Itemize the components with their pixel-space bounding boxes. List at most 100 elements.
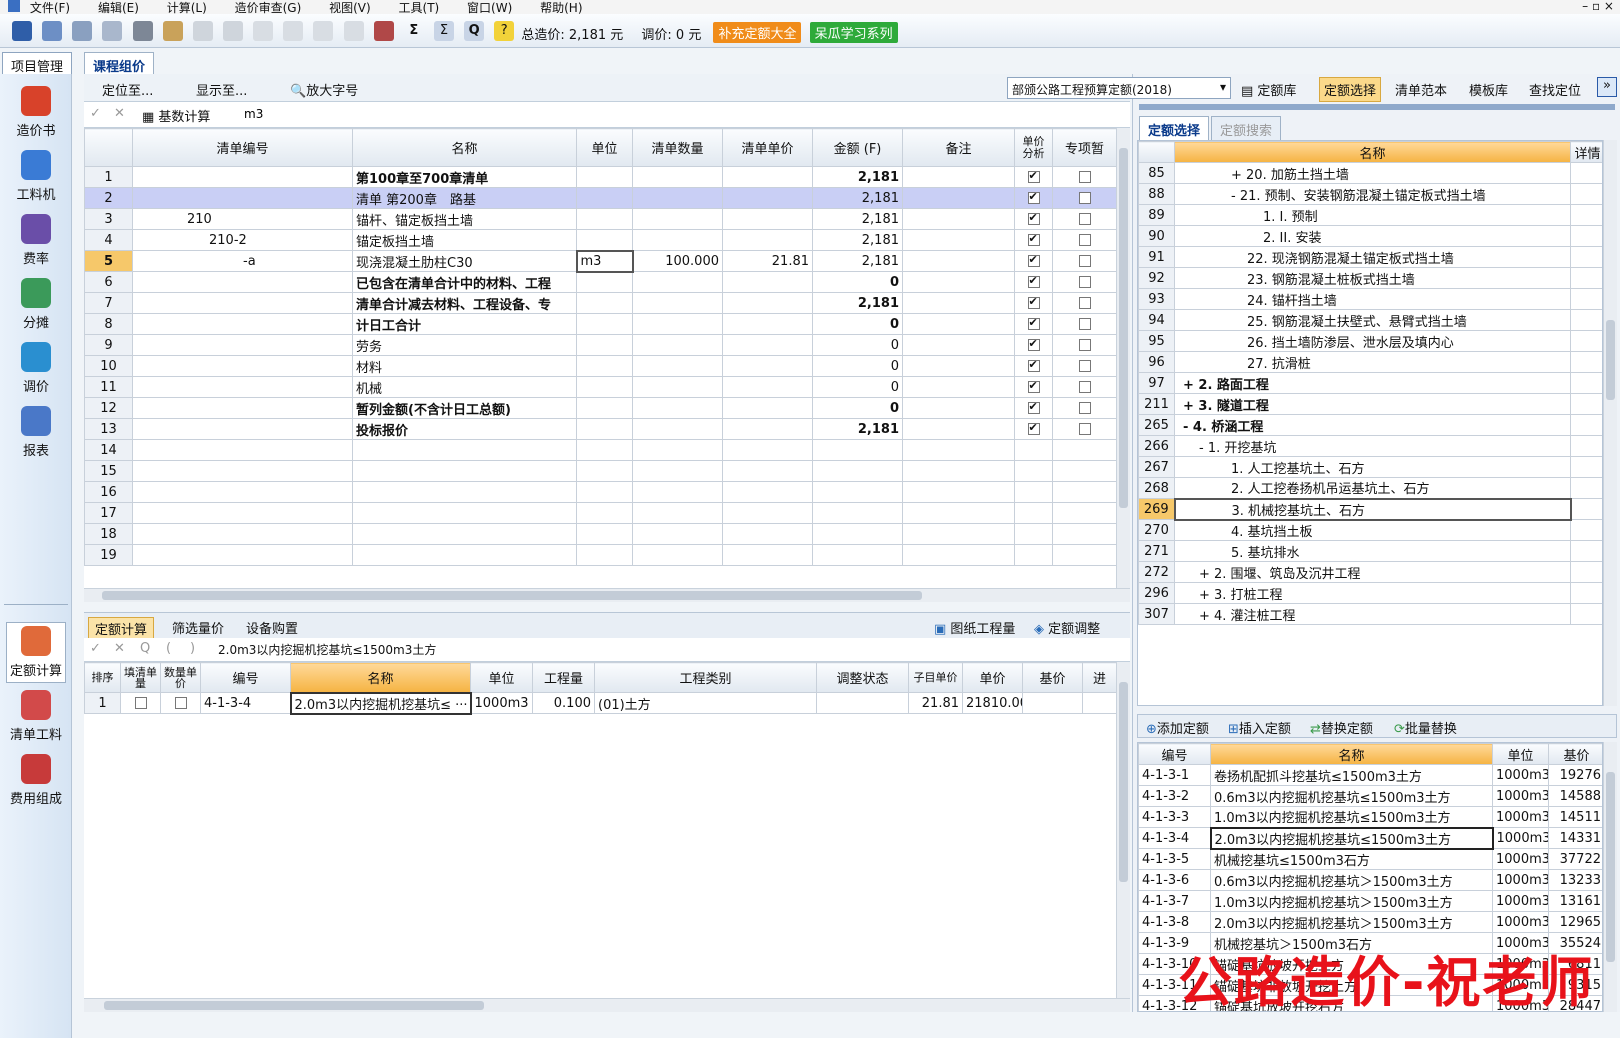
table-row[interactable]: 4 210-2 锚定板挡土墙 2,181 xyxy=(84,229,1116,251)
bill-code[interactable] xyxy=(132,292,353,314)
special-checkbox[interactable] xyxy=(1052,355,1116,377)
list-unit[interactable]: 1000m3 xyxy=(1492,890,1549,912)
tree-node[interactable]: 1. 人工挖基坑土、石方 xyxy=(1174,456,1571,478)
table-row[interactable]: 2 清单 第200章 路基 2,181 xyxy=(84,187,1116,209)
special-checkbox[interactable] xyxy=(1052,229,1116,251)
bill-remark[interactable] xyxy=(902,523,1015,545)
bill-code[interactable] xyxy=(132,355,353,377)
bill-name[interactable]: 现浇混凝土肋柱C30 xyxy=(352,250,577,272)
tree-node[interactable]: 27. 抗滑桩 xyxy=(1174,351,1571,373)
nav-cost-book[interactable]: 造价书 xyxy=(6,86,66,139)
list-price[interactable]: 14588 xyxy=(1548,785,1602,807)
col-analysis[interactable]: 单价分析 xyxy=(1014,128,1053,167)
analysis-checkbox[interactable] xyxy=(1014,355,1053,377)
nav-report[interactable]: 报表 xyxy=(6,406,66,459)
bill-name[interactable]: 清单 第200章 路基 xyxy=(352,187,577,209)
tree-node[interactable]: 22. 现浇钢筋混凝土锚定板式挡土墙 xyxy=(1174,246,1571,268)
bill-code[interactable] xyxy=(132,166,353,188)
menu-calc[interactable]: 计算(L) xyxy=(167,1,207,14)
table-row[interactable]: 15 xyxy=(84,460,1116,482)
table-row[interactable]: 10 材料 0 xyxy=(84,355,1116,377)
list-code[interactable]: 4-1-3-4 xyxy=(1138,827,1211,849)
formula-input[interactable] xyxy=(244,104,1114,124)
special-checkbox[interactable] xyxy=(1052,502,1116,524)
tree-col-name[interactable]: 名称 xyxy=(1174,141,1571,163)
tree-detail[interactable] xyxy=(1570,393,1602,415)
nav-materials[interactable]: 工料机 xyxy=(6,150,66,203)
qcol-sub-price[interactable]: 子目单价 xyxy=(908,662,963,693)
tree-row[interactable]: 97 + 2. 路面工程 xyxy=(1138,372,1602,394)
tree-detail[interactable] xyxy=(1570,225,1602,247)
nav-bill-materials[interactable]: 清单工料 xyxy=(6,690,66,743)
zoom-font-button[interactable]: 🔍放大字号 xyxy=(290,80,358,99)
table-row[interactable]: 3 210 锚杆、锚定板挡土墙 2,181 xyxy=(84,208,1116,230)
bill-qty[interactable] xyxy=(632,187,723,209)
bill-code[interactable] xyxy=(132,502,353,524)
bill-qty[interactable] xyxy=(632,523,723,545)
table-row[interactable]: 12 暂列金额(不含计日工总额) 0 xyxy=(84,397,1116,419)
tree-detail[interactable] xyxy=(1570,372,1602,394)
col-code[interactable]: 清单编号 xyxy=(132,128,353,167)
list-price[interactable]: 12965 xyxy=(1548,911,1602,933)
bill-unit[interactable] xyxy=(576,313,633,335)
quota-category[interactable]: (01)土方 xyxy=(594,692,817,714)
bill-amount[interactable]: 2,181 xyxy=(812,292,903,314)
list-unit[interactable]: 1000m3 xyxy=(1492,827,1549,849)
tree-row[interactable]: 266- 1. 开挖基坑 xyxy=(1138,435,1602,457)
table-row[interactable]: 19 xyxy=(84,544,1116,566)
bill-amount[interactable]: 2,181 xyxy=(812,187,903,209)
splitter[interactable] xyxy=(1139,104,1615,110)
list-name[interactable]: 2.0m3以内挖掘机挖基坑≤1500m3土方 xyxy=(1209,826,1494,850)
special-checkbox[interactable] xyxy=(1052,439,1116,461)
table-row[interactable]: 11 机械 0 xyxy=(84,376,1116,398)
bill-remark[interactable] xyxy=(902,208,1015,230)
table-row[interactable]: 5 -a 现浇混凝土肋柱C30 m3 100.000 21.81 2,181 xyxy=(84,249,1116,273)
query-icon[interactable]: Q xyxy=(140,641,150,656)
tree-detail[interactable] xyxy=(1570,540,1602,562)
col-special[interactable]: 专项暂 xyxy=(1052,128,1116,167)
bill-name[interactable]: 材料 xyxy=(352,355,577,377)
quota-lib-button[interactable]: ▤ 定额库 xyxy=(1241,80,1296,99)
col-unit[interactable]: 单位 xyxy=(576,128,633,167)
tree-node[interactable]: 26. 挡土墙防渗层、泄水层及填内心 xyxy=(1174,330,1571,352)
quota-name[interactable]: 2.0m3以内挖掘机挖基坑≤ ··· xyxy=(289,691,472,715)
quota-unit[interactable]: 1000m3 xyxy=(470,692,533,714)
quota-code[interactable]: 4-1-3-4 xyxy=(200,692,291,714)
locate-button[interactable]: 定位至... xyxy=(102,80,153,99)
open-icon[interactable] xyxy=(42,21,63,41)
bill-qty[interactable] xyxy=(632,355,723,377)
table-row[interactable]: 13 投标报价 2,181 xyxy=(84,418,1116,440)
list-unit[interactable]: 1000m3 xyxy=(1492,806,1549,828)
analysis-checkbox[interactable] xyxy=(1014,334,1053,356)
sigma-box-icon[interactable]: Σ xyxy=(433,21,454,41)
list-price[interactable]: 13161 xyxy=(1548,890,1602,912)
analysis-checkbox[interactable] xyxy=(1014,397,1053,419)
bill-remark[interactable] xyxy=(902,334,1015,356)
save-icon[interactable] xyxy=(12,21,32,41)
bill-amount[interactable]: 2,181 xyxy=(812,418,903,440)
list-name[interactable]: 2.0m3以内挖掘机挖基坑＞1500m3土方 xyxy=(1210,911,1493,933)
bill-amount[interactable] xyxy=(812,481,903,503)
list-code[interactable]: 4-1-3-5 xyxy=(1138,848,1211,870)
special-checkbox[interactable] xyxy=(1052,397,1116,419)
bill-name[interactable] xyxy=(352,460,577,482)
list-item[interactable]: 4-1-3-2 0.6m3以内挖掘机挖基坑≤1500m3土方 1000m3 14588 xyxy=(1138,785,1602,807)
window-controls[interactable]: – ▫ × xyxy=(1582,0,1614,12)
menu-file[interactable]: 文件(F) xyxy=(30,1,70,14)
table-row[interactable]: 16 xyxy=(84,481,1116,503)
menu-edit[interactable]: 编辑(E) xyxy=(98,1,139,14)
tree-row[interactable]: 307 + 4. 灌注桩工程 xyxy=(1138,603,1602,625)
bill-unit[interactable] xyxy=(576,187,633,209)
quota-std-select[interactable]: 部颁公路工程预算定额(2018) ▾ xyxy=(1007,77,1231,99)
analysis-checkbox[interactable] xyxy=(1014,187,1053,209)
bill-remark[interactable] xyxy=(902,544,1015,566)
bill-unit[interactable] xyxy=(576,355,633,377)
bill-price[interactable] xyxy=(722,376,813,398)
table-row[interactable]: 14 xyxy=(84,439,1116,461)
qcol-status[interactable]: 调整状态 xyxy=(816,662,909,693)
tree-node[interactable]: 4. 基坑挡土板 xyxy=(1174,519,1571,541)
bill-name[interactable]: 已包含在清单合计中的材料、工程 xyxy=(352,271,577,293)
tab-quota-calc[interactable]: 定额计算 xyxy=(88,617,155,640)
bill-code[interactable]: -a xyxy=(132,250,353,272)
list-item[interactable]: 4-1-3-4 2.0m3以内挖掘机挖基坑≤1500m3土方 1000m3 14331 xyxy=(1138,826,1602,850)
